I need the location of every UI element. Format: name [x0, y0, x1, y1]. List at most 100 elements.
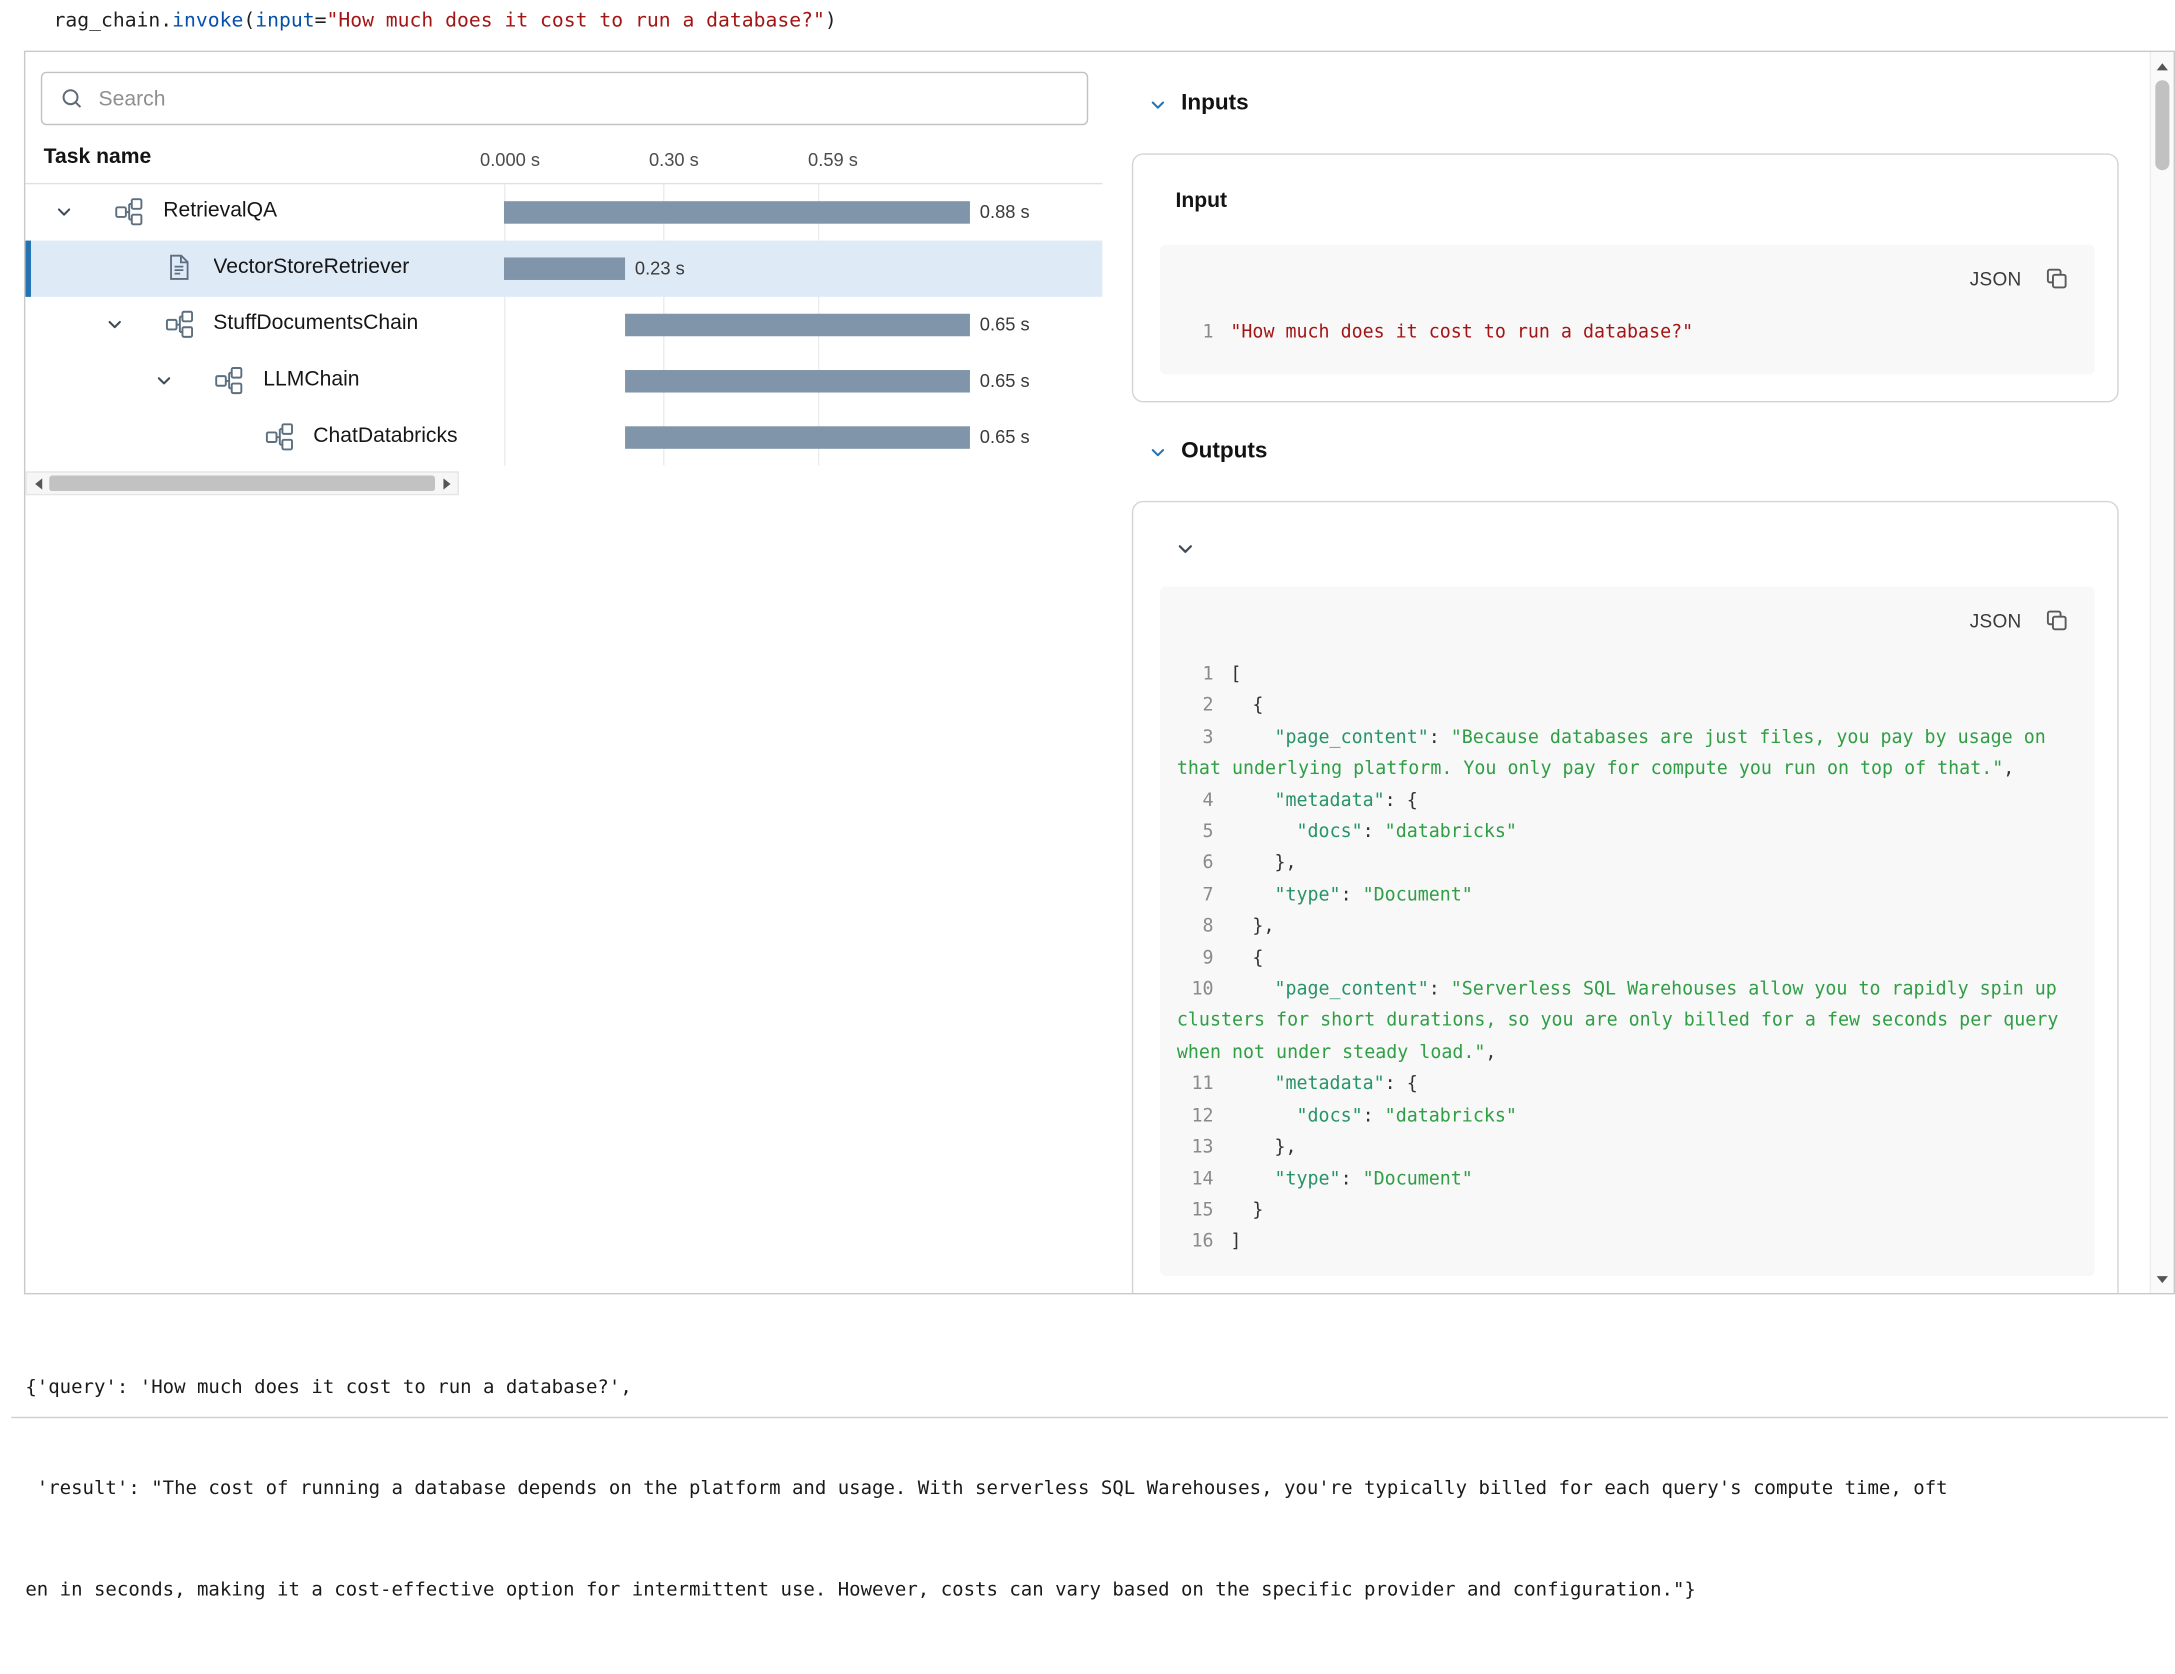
trace-row[interactable]: ChatDatabricks 0.65 s — [25, 409, 1102, 465]
chevron-down-icon[interactable] — [1175, 539, 1195, 559]
workflow-icon — [264, 422, 294, 452]
line-number: 1 — [1177, 318, 1214, 350]
copy-icon[interactable] — [2044, 266, 2069, 291]
json-line: 4 "metadata": { — [1177, 786, 2075, 818]
notebook-output: rag_chain.invoke(input="How much does it… — [0, 0, 2175, 1421]
json-line: 8 }, — [1177, 912, 2075, 944]
json-format-label: JSON — [1970, 268, 2022, 289]
line-number: 6 — [1177, 849, 1214, 881]
input-json-lines: 1 "How much does it cost to run a databas… — [1160, 312, 2095, 366]
chevron-down-icon[interactable] — [105, 315, 123, 333]
task-name-column-header: Task name — [44, 145, 152, 169]
search-icon — [59, 86, 84, 111]
json-line: 3 "page_content": "Because databases are… — [1177, 723, 2075, 786]
trace-row[interactable]: LLMChain 0.65 s — [25, 353, 1102, 409]
time-axis-label: 0.59 s — [808, 149, 858, 170]
outputs-section-header[interactable]: Outputs — [1149, 439, 1268, 464]
gantt-bar — [625, 426, 970, 449]
line-number: 14 — [1177, 1164, 1214, 1196]
duration-label: 0.88 s — [980, 201, 1030, 222]
duration-label: 0.65 s — [980, 370, 1030, 391]
inputs-section-header[interactable]: Inputs — [1149, 91, 1249, 116]
inputs-card: Input JSON 1 "How much does it cost to ru… — [1132, 153, 2119, 402]
chevron-down-icon[interactable] — [55, 203, 73, 221]
input-json-block: JSON 1 "How much does it cost to run a da… — [1160, 245, 2095, 374]
horizontal-scrollbar[interactable] — [25, 471, 459, 495]
horizontal-scrollbar-thumb[interactable] — [49, 476, 435, 491]
output-json-lines: 1[2 {3 "page_content": "Because database… — [1160, 654, 2095, 1275]
line-number: 12 — [1177, 1101, 1214, 1133]
line-number: 3 — [1177, 723, 1214, 755]
cell-bottom-border — [11, 1417, 2168, 1418]
line-number: 1 — [1177, 660, 1214, 692]
code-token: = — [315, 10, 327, 33]
details-pane: Inputs Input JSON 1"H — [1132, 52, 2153, 1293]
task-name: VectorStoreRetriever — [213, 255, 409, 279]
scroll-down-arrow-icon[interactable] — [2151, 1268, 2174, 1291]
result-line: en in seconds, making it a cost-effectiv… — [25, 1573, 1947, 1607]
json-line: 13 }, — [1177, 1133, 2075, 1165]
line-number: 4 — [1177, 786, 1214, 818]
outputs-card: JSON 1[2 {3 "page_content": "Because dat… — [1132, 501, 2119, 1295]
line-number: 2 — [1177, 691, 1214, 723]
gantt-bar — [504, 257, 625, 280]
copy-icon[interactable] — [2044, 608, 2069, 633]
trace-row[interactable]: RetrievalQA 0.88 s — [25, 184, 1102, 240]
scroll-left-arrow-icon[interactable] — [27, 473, 50, 494]
chevron-down-icon[interactable] — [1149, 95, 1167, 113]
task-name: LLMChain — [263, 367, 359, 391]
line-number: 7 — [1177, 881, 1214, 913]
json-line: 12 "docs": "databricks" — [1177, 1101, 2075, 1133]
line-number: 9 — [1177, 944, 1214, 976]
workflow-icon — [114, 197, 144, 227]
scroll-right-arrow-icon[interactable] — [435, 473, 458, 494]
json-line: 10 "page_content": "Serverless SQL Wareh… — [1177, 975, 2075, 1070]
input-string-value: "How much does it cost to run a database… — [1230, 322, 1693, 343]
line-number: 8 — [1177, 912, 1214, 944]
task-tree-panel: Task name 0.000 s 0.30 s 0.59 s Retrieva… — [25, 52, 1102, 1293]
input-label: Input — [1175, 189, 1227, 213]
task-name: ChatDatabricks — [313, 423, 457, 447]
scroll-up-arrow-icon[interactable] — [2151, 55, 2174, 78]
trace-row[interactable]: StuffDocumentsChain 0.65 s — [25, 297, 1102, 353]
trace-viewer: Task name 0.000 s 0.30 s 0.59 s Retrieva… — [24, 51, 2175, 1295]
code-token: rag_chain. — [53, 10, 172, 33]
chevron-down-icon[interactable] — [1149, 442, 1167, 460]
inputs-section-title: Inputs — [1181, 91, 1249, 116]
duration-label: 0.65 s — [980, 314, 1030, 335]
code-token: ( — [243, 10, 255, 33]
duration-label: 0.23 s — [635, 257, 685, 278]
workflow-icon — [214, 366, 244, 396]
task-name: RetrievalQA — [163, 198, 277, 222]
trace-row[interactable]: VectorStoreRetriever 0.23 s — [25, 241, 1102, 297]
line-number: 11 — [1177, 1070, 1214, 1102]
line-number: 5 — [1177, 817, 1214, 849]
chevron-down-icon[interactable] — [155, 371, 173, 389]
json-line: 1[ — [1177, 660, 2075, 692]
gantt-bar — [625, 370, 970, 393]
gantt-bar — [625, 314, 970, 337]
code-token: input — [255, 10, 314, 33]
line-number: 15 — [1177, 1196, 1214, 1228]
line-number: 10 — [1177, 975, 1214, 1007]
selected-row-stripe — [25, 241, 31, 297]
vertical-scrollbar-thumb[interactable] — [2155, 80, 2169, 170]
json-line: 1 "How much does it cost to run a databas… — [1177, 318, 2075, 350]
json-line: 6 }, — [1177, 849, 2075, 881]
notebook-code-line: rag_chain.invoke(input="How much does it… — [53, 10, 836, 33]
code-token: ) — [825, 10, 837, 33]
vertical-scrollbar[interactable] — [2150, 52, 2174, 1293]
document-icon — [164, 253, 192, 281]
result-line: {'query': 'How much does it cost to run … — [25, 1370, 1947, 1404]
result-output: {'query': 'How much does it cost to run … — [25, 1303, 1947, 1674]
json-line: 11 "metadata": { — [1177, 1070, 2075, 1102]
time-axis-label: 0.30 s — [649, 149, 699, 170]
json-line: 15 } — [1177, 1196, 2075, 1228]
json-line: 16] — [1177, 1227, 2075, 1259]
task-name: StuffDocumentsChain — [213, 311, 418, 335]
search-input[interactable] — [99, 87, 1070, 111]
search-box[interactable] — [41, 72, 1088, 125]
line-number: 13 — [1177, 1133, 1214, 1165]
duration-label: 0.65 s — [980, 426, 1030, 447]
json-line: 9 { — [1177, 944, 2075, 976]
